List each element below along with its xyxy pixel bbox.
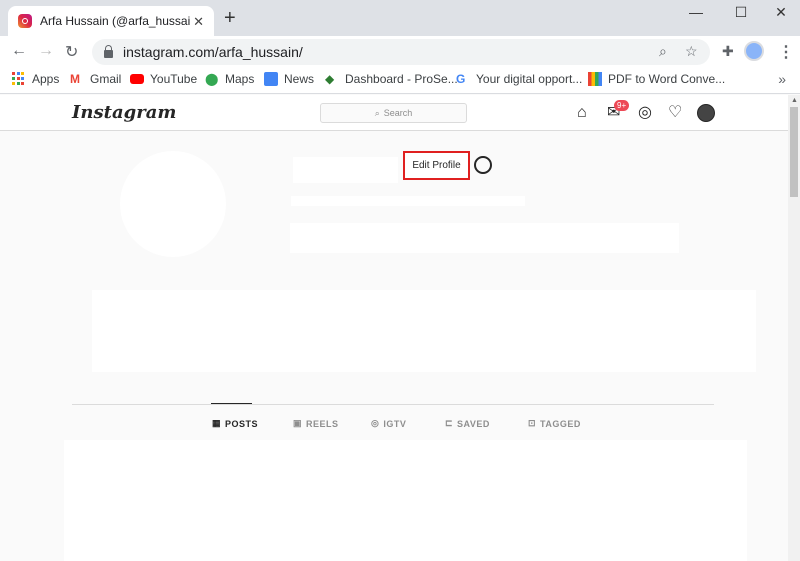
tab-label: REELS	[306, 418, 339, 429]
tab-label: TAGGED	[540, 418, 581, 429]
gmail-icon: M	[70, 72, 80, 86]
bookmark-label: Apps	[32, 72, 60, 86]
bookmark-label: Gmail	[90, 72, 122, 86]
bookmarks-bar: Apps M Gmail YouTube ⬤ Maps News ◆ Dashb…	[0, 67, 800, 94]
bookmark-label: YouTube	[150, 72, 198, 86]
minimize-button[interactable]: —	[686, 4, 706, 20]
url-text: instagram.com/arfa_hussain/	[123, 44, 303, 60]
saved-bookmark-icon: ⊏	[445, 418, 454, 428]
bookmark-label: News	[284, 72, 315, 86]
back-arrow-icon[interactable]: ←	[11, 42, 27, 60]
search-placeholder: Search	[383, 108, 413, 118]
tab-close-icon[interactable]: ✕	[193, 14, 204, 30]
tab-tagged[interactable]: ⊡ TAGGED	[528, 418, 581, 429]
bookmark-label: Your digital opport...	[476, 72, 583, 86]
profile-picture[interactable]	[120, 151, 226, 257]
scroll-up-icon[interactable]: ▲	[791, 97, 798, 104]
bookmark-label: PDF to Word Conve...	[608, 72, 726, 86]
address-bar[interactable]: instagram.com/arfa_hussain/ ⌕ ☆	[92, 39, 710, 65]
bookmark-maps[interactable]: ⬤ Maps	[205, 72, 254, 86]
browser-titlebar: Arfa Hussain (@arfa_hussain) • In ✕ + — …	[0, 0, 800, 36]
reels-icon: ▣	[293, 418, 303, 428]
bookmark-gmail[interactable]: M Gmail	[70, 72, 121, 86]
apps-grid-icon	[12, 72, 26, 86]
bookmark-label: Dashboard - ProSe...	[345, 72, 458, 86]
profile-stats-redacted	[291, 196, 525, 206]
bookmark-label: Maps	[225, 72, 255, 86]
extensions-puzzle-icon[interactable]: ✚	[722, 43, 734, 60]
tab-label: SAVED	[457, 418, 490, 429]
search-input[interactable]: ⌕ Search	[320, 103, 467, 123]
pdf-icon	[588, 72, 602, 86]
tab-label: POSTS	[225, 418, 259, 429]
tagged-icon: ⊡	[528, 418, 537, 428]
activity-heart-icon[interactable]: ♡	[668, 105, 682, 121]
edit-profile-button[interactable]: Edit Profile	[403, 151, 470, 180]
home-icon[interactable]: ⌂	[577, 105, 587, 121]
zoom-icon[interactable]: ⌕	[659, 43, 667, 60]
close-window-button[interactable]: ✕	[771, 4, 791, 21]
bookmark-google[interactable]: G Your digital opport...	[456, 72, 582, 86]
explore-compass-icon[interactable]: ◎	[638, 105, 652, 121]
instagram-page: Instagram ⌕ Search ⌂ ✉ 9+ ◎ ♡ Edit Profi…	[0, 95, 788, 561]
chrome-profile-avatar[interactable]	[744, 41, 764, 61]
tab-label: IGTV	[383, 418, 407, 429]
instagram-header: Instagram ⌕ Search ⌂ ✉ 9+ ◎ ♡	[0, 95, 788, 131]
igtv-icon: ◎	[371, 418, 380, 428]
profile-bio-redacted	[290, 223, 679, 253]
maps-icon: ⬤	[205, 72, 219, 86]
profile-avatar-icon[interactable]	[697, 104, 715, 122]
chrome-menu-icon[interactable]: ⋮	[778, 42, 794, 62]
tab-title: Arfa Hussain (@arfa_hussain) • In	[40, 14, 190, 28]
messages-badge: 9+	[614, 100, 630, 111]
tab-igtv[interactable]: ◎ IGTV	[371, 418, 406, 429]
bookmarks-more-icon[interactable]: »	[778, 71, 786, 87]
instagram-favicon-icon	[18, 14, 32, 28]
browser-toolbar: ← → ↻ instagram.com/arfa_hussain/ ⌕ ☆ ✚ …	[0, 36, 800, 67]
google-icon: G	[456, 72, 466, 86]
instagram-logo[interactable]: Instagram	[72, 102, 176, 123]
bookmark-youtube[interactable]: YouTube	[130, 72, 197, 86]
reload-icon[interactable]: ↻	[65, 42, 78, 62]
tabs-divider	[72, 404, 714, 405]
bookmark-star-icon[interactable]: ☆	[685, 43, 698, 60]
tab-reels[interactable]: ▣ REELS	[293, 418, 339, 429]
tab-saved[interactable]: ⊏ SAVED	[445, 418, 490, 429]
story-highlights-redacted	[92, 290, 756, 372]
maximize-button[interactable]: ☐	[731, 4, 751, 21]
youtube-icon	[130, 74, 144, 84]
new-tab-button[interactable]: +	[224, 8, 236, 28]
page-scrollbar[interactable]: ▲	[788, 95, 800, 561]
username-redacted	[293, 157, 398, 183]
posts-grid-redacted	[64, 440, 747, 561]
scrollbar-thumb[interactable]	[790, 107, 798, 197]
news-icon	[264, 72, 278, 86]
bookmark-apps[interactable]: Apps	[12, 72, 59, 86]
browser-tab[interactable]: Arfa Hussain (@arfa_hussain) • In ✕	[8, 6, 214, 36]
active-tab-indicator	[211, 403, 252, 404]
search-icon: ⌕	[374, 107, 380, 118]
bookmark-pdf[interactable]: PDF to Word Conve...	[588, 72, 725, 86]
forward-arrow-icon[interactable]: →	[38, 42, 54, 60]
tab-posts[interactable]: ▦ POSTS	[212, 418, 258, 429]
bookmark-dashboard[interactable]: ◆ Dashboard - ProSe...	[325, 72, 458, 86]
posts-grid-icon: ▦	[212, 418, 222, 428]
settings-gear-icon[interactable]	[474, 156, 492, 174]
lock-icon	[104, 44, 113, 58]
bookmark-news[interactable]: News	[264, 72, 314, 86]
dashboard-icon: ◆	[325, 72, 335, 86]
